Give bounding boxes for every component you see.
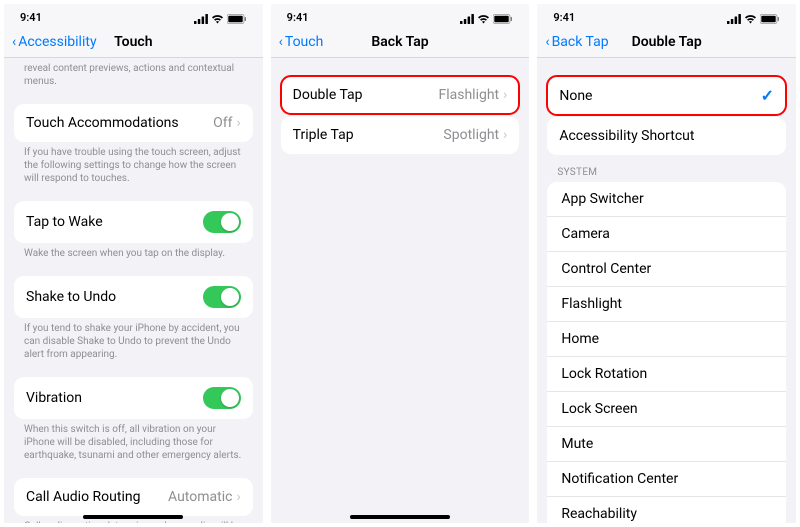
system-item[interactable]: Notification Center bbox=[547, 462, 786, 497]
system-item[interactable]: Camera bbox=[547, 217, 786, 252]
row-label: None bbox=[559, 88, 592, 104]
home-indicator[interactable] bbox=[350, 515, 450, 519]
toggle-on[interactable] bbox=[203, 211, 241, 233]
wifi-icon bbox=[744, 14, 757, 24]
row-label: Tap to Wake bbox=[26, 214, 103, 230]
statusbar: 9:41 bbox=[271, 4, 530, 26]
wifi-icon bbox=[477, 14, 490, 24]
row-value: Off› bbox=[213, 115, 241, 131]
toggle-on[interactable] bbox=[203, 387, 241, 409]
triple-tap-row[interactable]: Triple Tap Spotlight› bbox=[281, 116, 520, 154]
double-tap-row[interactable]: Double Tap Flashlight› bbox=[281, 76, 520, 114]
row-label: Triple Tap bbox=[293, 127, 354, 143]
back-button[interactable]: ‹ Back Tap bbox=[545, 34, 608, 50]
page-title: Touch bbox=[114, 34, 152, 50]
chevron-left-icon: ‹ bbox=[279, 34, 283, 50]
vibration-row[interactable]: Vibration bbox=[14, 377, 253, 419]
signal-icon bbox=[727, 14, 741, 24]
navbar: ‹ Accessibility Touch bbox=[4, 26, 263, 58]
row-label: Vibration bbox=[26, 390, 82, 406]
back-label: Back Tap bbox=[552, 34, 609, 50]
system-group: App SwitcherCameraControl CenterFlashlig… bbox=[547, 182, 786, 523]
statusbar: 9:41 bbox=[4, 4, 263, 26]
time: 9:41 bbox=[20, 11, 42, 24]
signal-icon bbox=[460, 14, 474, 24]
chevron-right-icon: › bbox=[236, 489, 240, 505]
navbar: ‹ Touch Back Tap bbox=[271, 26, 530, 58]
page-title: Double Tap bbox=[632, 34, 702, 50]
back-button[interactable]: ‹ Accessibility bbox=[12, 34, 97, 50]
screen-back-tap: 9:41 ‹ Touch Back Tap Double Tap Flashli… bbox=[271, 4, 530, 523]
wifi-icon bbox=[211, 14, 224, 24]
page-title: Back Tap bbox=[371, 34, 428, 50]
row-value: Automatic› bbox=[168, 489, 241, 505]
chevron-right-icon: › bbox=[236, 115, 240, 131]
back-label: Accessibility bbox=[18, 34, 96, 50]
time: 9:41 bbox=[287, 11, 309, 24]
navbar: ‹ Back Tap Double Tap bbox=[537, 26, 796, 58]
content[interactable]: Double Tap Flashlight› Triple Tap Spotli… bbox=[271, 58, 530, 523]
intro-footer: reveal content previews, actions and con… bbox=[4, 58, 263, 96]
accessibility-shortcut-row[interactable]: Accessibility Shortcut bbox=[547, 117, 786, 155]
chevron-right-icon: › bbox=[503, 87, 507, 103]
system-item[interactable]: Reachability bbox=[547, 497, 786, 523]
system-item[interactable]: Lock Screen bbox=[547, 392, 786, 427]
row-value: Spotlight› bbox=[443, 127, 507, 143]
back-label: Touch bbox=[285, 34, 323, 50]
call-audio-routing-row[interactable]: Call Audio Routing Automatic› bbox=[14, 478, 253, 516]
row-label: Accessibility Shortcut bbox=[559, 128, 694, 144]
row-label: Shake to Undo bbox=[26, 289, 116, 305]
status-icons bbox=[727, 14, 780, 24]
footer-text: If you have trouble using the touch scre… bbox=[4, 142, 263, 193]
content[interactable]: None ✓ Accessibility Shortcut SYSTEM App… bbox=[537, 58, 796, 523]
battery-icon bbox=[760, 14, 780, 24]
touch-accommodations-row[interactable]: Touch Accommodations Off› bbox=[14, 104, 253, 142]
signal-icon bbox=[194, 14, 208, 24]
chevron-left-icon: ‹ bbox=[12, 34, 16, 50]
footer-text: Wake the screen when you tap on the disp… bbox=[4, 243, 263, 268]
row-value: Flashlight› bbox=[438, 87, 507, 103]
time: 9:41 bbox=[553, 11, 575, 24]
system-item[interactable]: Lock Rotation bbox=[547, 357, 786, 392]
back-button[interactable]: ‹ Touch bbox=[279, 34, 324, 50]
chevron-right-icon: › bbox=[503, 127, 507, 143]
row-label: Call Audio Routing bbox=[26, 489, 140, 505]
checkmark-icon: ✓ bbox=[761, 86, 774, 105]
shake-to-undo-row[interactable]: Shake to Undo bbox=[14, 276, 253, 318]
footer-text: When this switch is off, all vibration o… bbox=[4, 419, 263, 470]
screen-touch: 9:41 ‹ Accessibility Touch reveal conten… bbox=[4, 4, 263, 523]
footer-text: If you tend to shake your iPhone by acci… bbox=[4, 318, 263, 369]
home-indicator[interactable] bbox=[83, 515, 183, 519]
toggle-on[interactable] bbox=[203, 286, 241, 308]
system-item[interactable]: Control Center bbox=[547, 252, 786, 287]
status-icons bbox=[460, 14, 513, 24]
row-label: Touch Accommodations bbox=[26, 115, 179, 131]
screen-double-tap: 9:41 ‹ Back Tap Double Tap None ✓ Access… bbox=[537, 4, 796, 523]
content[interactable]: reveal content previews, actions and con… bbox=[4, 58, 263, 523]
statusbar: 9:41 bbox=[537, 4, 796, 26]
system-item[interactable]: Flashlight bbox=[547, 287, 786, 322]
system-item[interactable]: App Switcher bbox=[547, 182, 786, 217]
chevron-left-icon: ‹ bbox=[545, 34, 549, 50]
system-item[interactable]: Home bbox=[547, 322, 786, 357]
battery-icon bbox=[227, 14, 247, 24]
system-item[interactable]: Mute bbox=[547, 427, 786, 462]
section-header-system: SYSTEM bbox=[537, 155, 796, 182]
battery-icon bbox=[493, 14, 513, 24]
row-label: Double Tap bbox=[293, 87, 363, 103]
none-row[interactable]: None ✓ bbox=[547, 76, 786, 115]
tap-to-wake-row[interactable]: Tap to Wake bbox=[14, 201, 253, 243]
status-icons bbox=[194, 14, 247, 24]
